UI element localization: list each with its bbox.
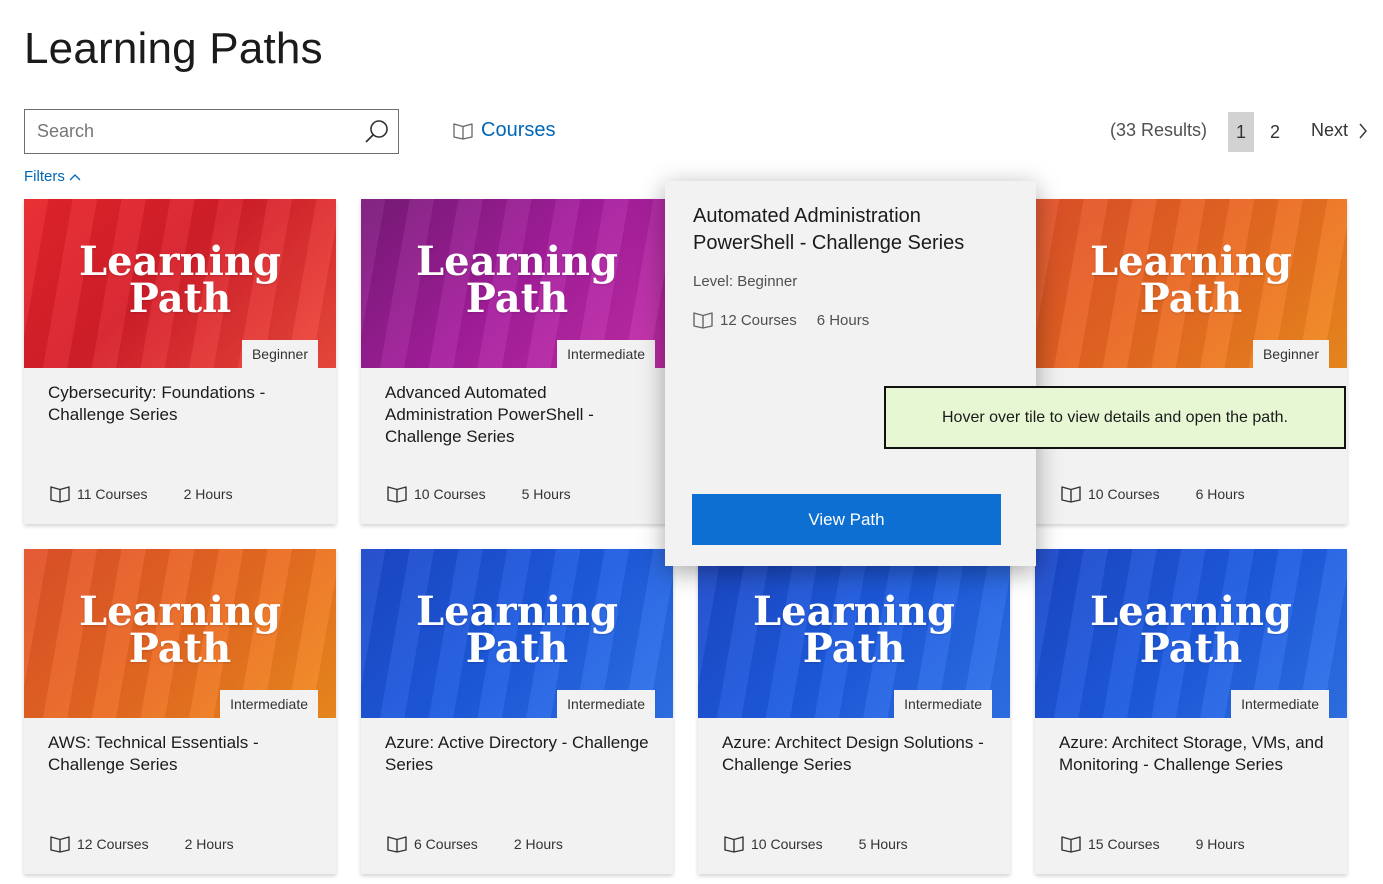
search-input[interactable] [37,110,357,153]
card-banner: Learning Path Beginner [24,199,336,368]
card-banner: Learning Path Intermediate [361,199,673,368]
card-title: Cybersecurity: Foundations - Challenge S… [48,383,266,424]
hours: 2 Hours [184,836,234,852]
page-title: Learning Paths [24,24,323,73]
card-meta: 10 Courses 5 Hours [724,835,908,853]
course-count: 6 Courses [414,836,478,852]
book-icon [1061,836,1081,853]
card-title: AWS: Technical Essentials - Challenge Se… [48,733,259,774]
courses-link[interactable]: Courses [453,119,555,142]
learning-path-card[interactable]: Learning Path Intermediate AWS: Technical… [24,549,336,874]
card-meta: 6 Courses 2 Hours [387,835,563,853]
card-banner: Learning Path Intermediate [698,549,1010,718]
search-box[interactable] [24,109,399,154]
popup-course-count: 12 Courses [720,311,797,329]
card-meta: 15 Courses 9 Hours [1061,835,1245,853]
level-badge: Intermediate [1231,690,1329,718]
hours: 6 Hours [1195,486,1245,502]
course-count: 15 Courses [1088,836,1160,852]
hours: 5 Hours [521,486,571,502]
book-icon [387,486,407,503]
learning-path-card[interactable]: Learning Path Beginner Cybersecurity: Fou… [24,199,336,524]
popup-level: Level: Beginner [693,273,798,290]
course-count: 10 Courses [1088,486,1160,502]
banner-text: Learning Path [416,238,618,322]
learning-path-card[interactable]: Learning Path Intermediate Azure: Archite… [698,549,1010,874]
hours: 5 Hours [858,836,908,852]
book-icon [1061,486,1081,503]
level-badge: Intermediate [220,690,318,718]
level-badge: Beginner [1252,340,1329,368]
course-count: 10 Courses [751,836,823,852]
view-path-button[interactable]: View Path [692,494,1001,545]
card-title: Advanced Automated Administration PowerS… [385,383,594,446]
course-count: 11 Courses [77,486,148,502]
page-button-2[interactable]: 2 [1262,112,1288,152]
learning-path-card[interactable]: Learning Path Intermediate Advanced Autom… [361,199,673,524]
filters-toggle[interactable]: Filters [24,168,81,185]
card-title: Azure: Architect Design Solutions - Chal… [722,733,984,774]
results-count: (33 Results) [1110,120,1208,140]
chevron-right-icon [1359,123,1367,138]
book-icon [724,836,744,853]
card-title: Azure: Architect Storage, VMs, and Monit… [1059,733,1324,774]
hover-tooltip: Hover over tile to view details and open… [884,386,1346,449]
chevron-up-icon [69,173,81,180]
learning-path-card[interactable]: Learning Path Beginner 10 Courses 6 Hours [1035,199,1347,524]
search-icon[interactable] [364,119,390,145]
hours: 2 Hours [183,486,233,502]
popup-meta: 12 Courses 6 Hours [693,311,869,329]
card-meta: 11 Courses 2 Hours [50,485,233,503]
book-icon [453,122,473,140]
banner-text: Learning Path [79,238,281,322]
card-banner: Learning Path Intermediate [361,549,673,718]
next-label: Next [1311,120,1349,140]
card-meta: 10 Courses 5 Hours [387,485,571,503]
card-banner: Learning Path Intermediate [1035,549,1347,718]
hours: 9 Hours [1195,836,1245,852]
banner-text: Learning Path [79,588,281,672]
book-icon [693,312,713,329]
book-icon [50,836,70,853]
banner-text: Learning Path [1090,588,1292,672]
courses-link-label: Courses [481,119,556,141]
card-banner: Learning Path Intermediate [24,549,336,718]
learning-path-card[interactable]: Learning Path Intermediate Azure: Active … [361,549,673,874]
level-badge: Beginner [241,340,318,368]
learning-path-card[interactable]: Learning Path Intermediate Azure: Archite… [1035,549,1347,874]
banner-text: Learning Path [416,588,618,672]
banner-text: Learning Path [753,588,955,672]
banner-text: Learning Path [1090,238,1292,322]
card-meta: 10 Courses 6 Hours [1061,485,1245,503]
hours: 2 Hours [513,836,563,852]
course-count: 10 Courses [414,486,486,502]
level-badge: Intermediate [557,340,655,368]
card-meta: 12 Courses 2 Hours [50,835,234,853]
course-count: 12 Courses [77,836,149,852]
card-banner: Learning Path Beginner [1035,199,1347,368]
card-title: Azure: Active Directory - Challenge Seri… [385,733,649,774]
level-badge: Intermediate [557,690,655,718]
next-page-link[interactable]: Next [1311,120,1368,141]
filters-label: Filters [24,168,65,185]
page-button-1[interactable]: 1 [1228,112,1254,152]
hover-detail-popup[interactable]: Automated Administration PowerShell - Ch… [665,181,1036,566]
book-icon [387,836,407,853]
level-badge: Intermediate [894,690,992,718]
popup-title: Automated Administration PowerShell - Ch… [693,205,965,254]
popup-hours: 6 Hours [816,311,870,329]
book-icon [50,486,70,503]
